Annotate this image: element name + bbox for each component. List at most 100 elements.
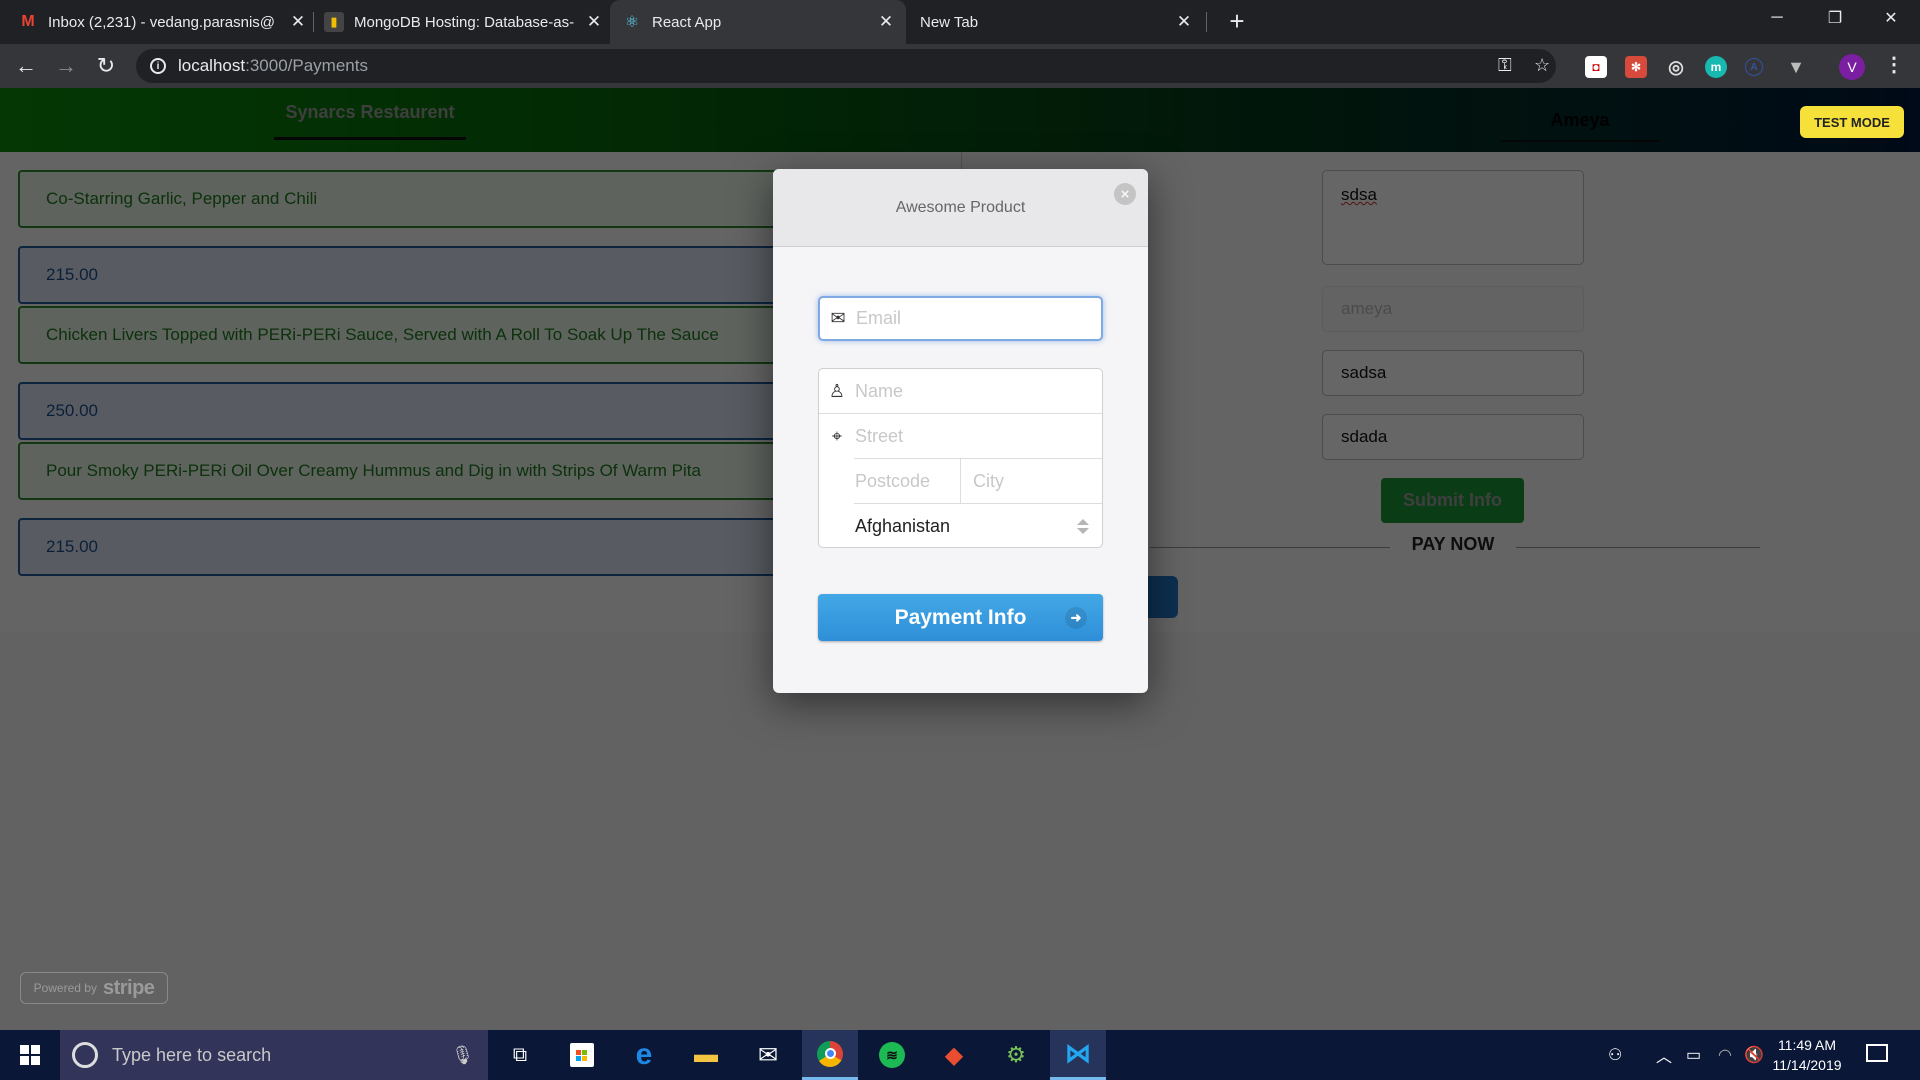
taskbar-search[interactable]: Type here to search 🎙 bbox=[60, 1030, 488, 1080]
city-placeholder: City bbox=[973, 471, 1004, 491]
country-select[interactable]: Afghanistan bbox=[855, 504, 1103, 549]
reload-button[interactable]: ↻ bbox=[92, 52, 120, 80]
microphone-icon[interactable]: 🎙 bbox=[451, 1045, 474, 1066]
powered-by-stripe[interactable]: Powered by stripe bbox=[20, 972, 168, 1004]
vue-devtools-icon[interactable]: ▼ bbox=[1785, 56, 1807, 78]
vscode-icon[interactable]: ⋈ bbox=[1050, 1030, 1106, 1080]
address-bar[interactable]: i localhost:3000/Payments ⚿ ☆ bbox=[136, 49, 1556, 83]
email-input[interactable]: ✉ Email bbox=[818, 296, 1103, 341]
street-input[interactable]: ⌖ Street bbox=[819, 414, 1102, 459]
modal-header: Awesome Product × bbox=[773, 169, 1148, 247]
browser-tab-bar: M Inbox (2,231) - vedang.parasnis@ ✕ ▮ M… bbox=[0, 0, 1920, 44]
back-button[interactable]: ← bbox=[12, 52, 40, 80]
tab-mongodb[interactable]: ▮ MongoDB Hosting: Database-as- ✕ bbox=[324, 0, 604, 44]
chrome-menu-icon[interactable]: ⋮ bbox=[1884, 52, 1904, 77]
browser-toolbar: ← → ↻ i localhost:3000/Payments ⚿ ☆ ◘ ✻ … bbox=[0, 44, 1920, 88]
a-extension-icon[interactable]: A bbox=[1745, 58, 1763, 76]
close-tab-icon[interactable]: ✕ bbox=[288, 12, 308, 32]
close-window-button[interactable]: ✕ bbox=[1862, 0, 1920, 36]
web-page: Synarcs Restaurent Ameya Co-Starring Gar… bbox=[0, 88, 1920, 1030]
name-input[interactable]: ♙ Name bbox=[819, 369, 1102, 414]
product-title: Awesome Product bbox=[895, 198, 1026, 216]
wifi-icon[interactable]: ◠ bbox=[1718, 1030, 1732, 1080]
android-studio-icon[interactable]: ⚙ bbox=[988, 1030, 1044, 1080]
arrow-right-icon: ➜ bbox=[1065, 607, 1087, 629]
tab-gmail[interactable]: M Inbox (2,231) - vedang.parasnis@ ✕ bbox=[18, 0, 308, 44]
arrow-left-icon: ← bbox=[15, 53, 37, 78]
mail-icon[interactable]: ✉ bbox=[740, 1030, 796, 1080]
people-icon[interactable]: ⚇ bbox=[1608, 1030, 1622, 1080]
mongodb-icon: ▮ bbox=[324, 12, 344, 32]
street-placeholder: Street bbox=[855, 426, 904, 446]
tab-title: MongoDB Hosting: Database-as- bbox=[354, 13, 575, 31]
target-icon[interactable]: ◎ bbox=[1665, 56, 1687, 78]
tab-react-app[interactable]: ⚛ React App ✕ bbox=[610, 0, 906, 44]
divider bbox=[960, 459, 961, 503]
close-modal-icon[interactable]: × bbox=[1114, 183, 1136, 205]
tab-new-tab[interactable]: New Tab ✕ bbox=[910, 0, 1200, 44]
profile-avatar[interactable]: V bbox=[1839, 54, 1865, 80]
postcode-input[interactable]: Postcode bbox=[855, 459, 961, 504]
postcode-placeholder: Postcode bbox=[855, 471, 931, 491]
restore-button[interactable]: ❐ bbox=[1806, 0, 1864, 36]
select-arrows-icon bbox=[1077, 519, 1089, 534]
git-icon[interactable]: ◆ bbox=[926, 1030, 982, 1080]
tab-title: New Tab bbox=[920, 13, 979, 31]
file-explorer-icon[interactable]: ▬ bbox=[678, 1030, 734, 1080]
key-icon[interactable]: ⚿ bbox=[1498, 55, 1512, 76]
m-extension-icon[interactable]: m bbox=[1705, 56, 1727, 78]
payment-info-label: Payment Info bbox=[894, 605, 1027, 629]
mcafee-icon[interactable]: ◘ bbox=[1585, 56, 1607, 78]
stripe-logo: stripe bbox=[102, 976, 155, 999]
tab-separator bbox=[313, 12, 314, 32]
close-tab-icon[interactable]: ✕ bbox=[584, 12, 604, 32]
show-hidden-icons[interactable]: ︿ bbox=[1656, 1030, 1672, 1080]
minimize-button[interactable]: ─ bbox=[1748, 0, 1806, 36]
close-tab-icon[interactable]: ✕ bbox=[1174, 12, 1194, 32]
action-center-icon[interactable] bbox=[1866, 1044, 1888, 1062]
windows-taskbar: Type here to search 🎙 ⧉ e ▬ ✉ ≋ ◆ ⚙ ⋈ ⚇ … bbox=[0, 1030, 1920, 1080]
chrome-icon[interactable] bbox=[802, 1030, 858, 1080]
tab-title: React App bbox=[652, 13, 722, 31]
city-input[interactable]: City bbox=[973, 459, 1103, 504]
store-icon[interactable] bbox=[554, 1030, 610, 1080]
user-icon: ♙ bbox=[828, 381, 846, 401]
navbar-overlay-layer: TEST MODE bbox=[0, 88, 1920, 152]
location-pin-icon: ⌖ bbox=[831, 426, 843, 446]
arrow-right-icon: → bbox=[55, 53, 77, 78]
search-placeholder: Type here to search bbox=[112, 1044, 272, 1065]
react-devtools-icon[interactable]: ✻ bbox=[1625, 56, 1647, 78]
task-view-icon[interactable]: ⧉ bbox=[492, 1030, 548, 1080]
windows-icon bbox=[20, 1045, 40, 1065]
forward-button[interactable]: → bbox=[52, 52, 80, 80]
star-icon[interactable]: ☆ bbox=[1534, 55, 1550, 76]
spotify-icon[interactable]: ≋ bbox=[864, 1030, 920, 1080]
url-path: :3000/Payments bbox=[245, 56, 368, 75]
close-tab-icon[interactable]: ✕ bbox=[876, 12, 896, 32]
system-clock[interactable]: 11:49 AM 11/14/2019 bbox=[1762, 1035, 1852, 1075]
url-text[interactable]: localhost:3000/Payments bbox=[178, 56, 368, 76]
volume-muted-icon[interactable]: 🔇 bbox=[1744, 1030, 1764, 1080]
clock-date: 11/14/2019 bbox=[1772, 1057, 1842, 1073]
edge-icon[interactable]: e bbox=[616, 1030, 672, 1080]
stripe-checkout-modal: Awesome Product × ✉ Email ♙ Name ⌖ Stree… bbox=[773, 169, 1148, 693]
new-tab-button[interactable]: + bbox=[1222, 6, 1252, 37]
clock-time: 11:49 AM bbox=[1777, 1037, 1837, 1053]
start-button[interactable] bbox=[0, 1030, 60, 1080]
info-icon[interactable]: i bbox=[150, 58, 166, 74]
payment-info-button[interactable]: Payment Info ➜ bbox=[818, 594, 1103, 641]
gmail-icon: M bbox=[21, 13, 35, 30]
country-value: Afghanistan bbox=[855, 516, 951, 536]
reload-icon: ↻ bbox=[96, 53, 116, 78]
tab-title: Inbox (2,231) - vedang.parasnis@ bbox=[48, 13, 276, 31]
address-group: ♙ Name ⌖ Street Postcode City Afghanista… bbox=[818, 368, 1103, 548]
cortana-icon bbox=[72, 1042, 98, 1068]
name-placeholder: Name bbox=[855, 381, 904, 401]
battery-icon[interactable]: ▭ bbox=[1686, 1030, 1701, 1080]
react-icon: ⚛ bbox=[624, 14, 640, 31]
tab-separator bbox=[1206, 12, 1207, 32]
envelope-icon: ✉ bbox=[830, 308, 846, 328]
email-placeholder: Email bbox=[856, 308, 902, 328]
url-host: localhost bbox=[178, 56, 246, 75]
powered-by-label: Powered by bbox=[33, 981, 97, 995]
